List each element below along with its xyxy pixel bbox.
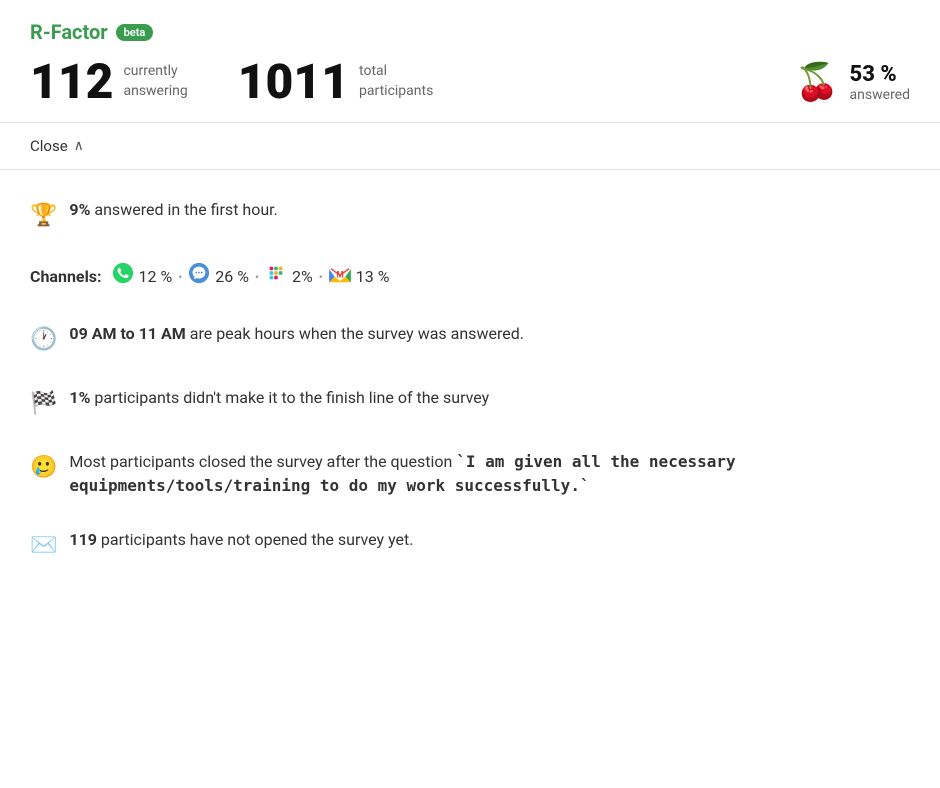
answered-percent: 53 % [850, 62, 910, 87]
trophy-icon: 🏆 [30, 199, 57, 232]
flag-insight: 🏁 1% participants didn't make it to the … [30, 386, 910, 420]
currently-answering-label: currently answering [123, 62, 187, 101]
svg-text:M: M [336, 270, 344, 280]
channel-slack: 2% [265, 262, 313, 292]
total-participants-label: total participants [359, 62, 433, 101]
flag-pct: 1% [69, 388, 90, 407]
beta-badge: beta [116, 24, 154, 41]
gmail-icon: M [329, 262, 351, 292]
clock-icon: 🕐 [30, 323, 57, 356]
clock-rest: are peak hours when the survey was answe… [186, 324, 524, 343]
channels-label: Channels: [30, 265, 102, 289]
dot-2: • [255, 268, 259, 286]
face-icon: 🥲 [30, 451, 57, 484]
envelope-count: 119 [69, 530, 97, 549]
flag-rest: participants didn't make it to the finis… [90, 388, 489, 407]
dot-1: • [178, 268, 182, 286]
channel-chat: 26 % [188, 262, 249, 292]
brand-row: R-Factor beta [30, 20, 910, 44]
answered-stat: 🍒 53 % answered [795, 61, 910, 103]
cherry-icon: 🍒 [795, 61, 840, 103]
envelope-icon: ✉️ [30, 529, 57, 562]
channel-gmail: M 13 % [329, 262, 390, 292]
face-insight: 🥲 Most participants closed the survey af… [30, 450, 910, 498]
face-text: Most participants closed the survey afte… [69, 450, 910, 498]
total-participants-number: 1011 [238, 58, 349, 106]
close-label: Close [30, 137, 68, 155]
chat-icon [188, 262, 210, 292]
trophy-pct: 9% [69, 200, 90, 219]
flag-icon: 🏁 [30, 387, 57, 420]
trophy-text: 9% answered in the first hour. [69, 198, 910, 222]
currently-answering-number: 112 [30, 58, 113, 106]
insights-section: 🏆 9% answered in the first hour. Channel… [0, 170, 940, 590]
envelope-rest: participants have not opened the survey … [97, 530, 414, 549]
clock-insight: 🕐 09 AM to 11 AM are peak hours when the… [30, 322, 910, 356]
currently-answering-stat: 112 currently answering [30, 58, 188, 106]
dot-3: • [319, 268, 323, 286]
face-pre: Most participants closed the survey afte… [69, 452, 456, 471]
envelope-insight: ✉️ 119 participants have not opened the … [30, 528, 910, 562]
close-button[interactable]: Close ∧ [0, 123, 940, 170]
brand-name: R-Factor [30, 20, 108, 44]
whatsapp-icon [112, 262, 134, 292]
chat-pct: 26 % [215, 265, 249, 289]
trophy-insight: 🏆 9% answered in the first hour. [30, 198, 910, 232]
whatsapp-pct: 12 % [139, 265, 173, 289]
chevron-up-icon: ∧ [74, 138, 84, 154]
slack-icon [265, 262, 287, 292]
header: R-Factor beta 112 currently answering 10… [0, 0, 940, 123]
stats-row: 112 currently answering 1011 total parti… [30, 58, 910, 106]
envelope-text: 119 participants have not opened the sur… [69, 528, 910, 552]
clock-hours: 09 AM to 11 AM [69, 324, 185, 343]
gmail-pct: 13 % [356, 265, 390, 289]
channels-insight: Channels: 12 % • [30, 262, 910, 292]
total-participants-stat: 1011 total participants [238, 58, 434, 106]
slack-pct: 2% [292, 265, 313, 289]
answered-label: answered [850, 87, 910, 103]
trophy-rest: answered in the first hour. [90, 200, 277, 219]
channels-row: Channels: 12 % • [30, 262, 910, 292]
clock-text: 09 AM to 11 AM are peak hours when the s… [69, 322, 910, 346]
flag-text: 1% participants didn't make it to the fi… [69, 386, 910, 410]
channel-whatsapp: 12 % [112, 262, 173, 292]
